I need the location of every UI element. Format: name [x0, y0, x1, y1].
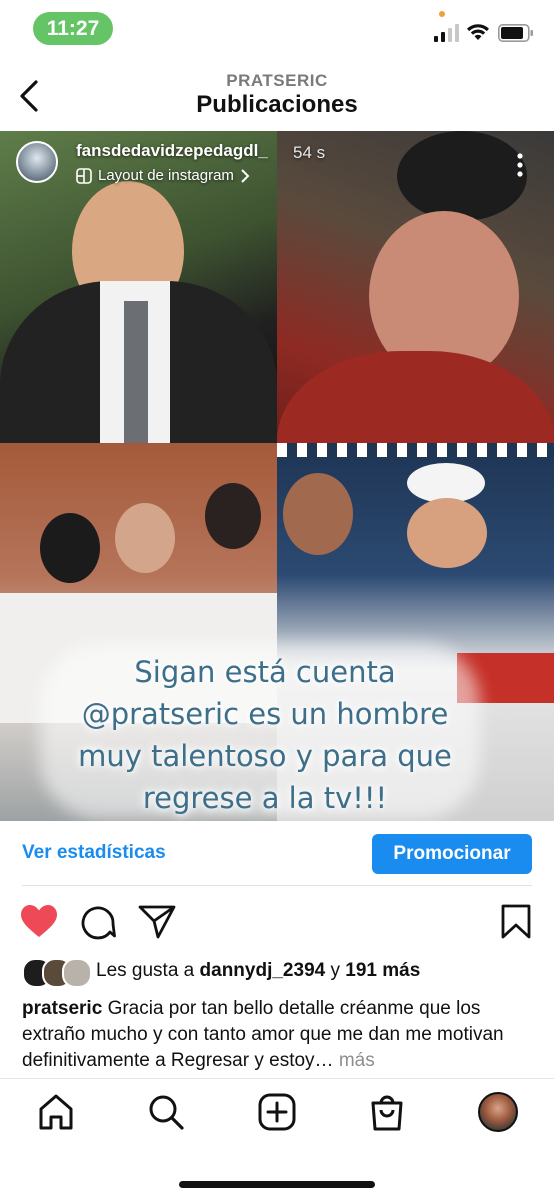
liker-avatar [62, 958, 92, 988]
profile-avatar[interactable] [478, 1092, 518, 1132]
overlay-line: muy talentoso y para que [78, 739, 452, 773]
post-caption: pratseric Gracia por tan bello detalle c… [22, 996, 534, 1074]
location-indicator-dot [439, 11, 445, 17]
post-timestamp: 54 s [293, 143, 326, 162]
wifi-icon [467, 24, 489, 40]
view-insights-link[interactable]: Ver estadísticas [22, 842, 166, 864]
status-time[interactable]: 11:27 [33, 12, 113, 45]
overlay-caption: Sigan está cuenta @pratseric es un hombr… [30, 651, 500, 819]
shop-bag-icon[interactable] [367, 1092, 407, 1132]
layout-icon [76, 167, 92, 184]
likes-connector: y [330, 960, 340, 981]
share-send-icon[interactable] [138, 904, 176, 940]
more-options-icon[interactable] [512, 151, 528, 179]
cellular-signal-icon [434, 24, 459, 42]
caption-username[interactable]: pratseric [22, 998, 102, 1019]
overlay-line: Sigan está cuenta [134, 655, 396, 689]
page-header: PRATSERIC Publicaciones [0, 62, 554, 124]
post-image[interactable]: Sigan está cuenta @pratseric es un hombr… [0, 131, 554, 821]
likes-text: Les gusta a dannydj_2394 y 191 más [96, 960, 420, 982]
overlay-line: @pratseric es un hombre [81, 697, 449, 731]
battery-icon [498, 24, 533, 42]
caption-more-link[interactable]: más [339, 1050, 375, 1071]
home-icon[interactable] [36, 1092, 76, 1132]
home-indicator[interactable] [179, 1181, 375, 1188]
promote-button[interactable]: Promocionar [372, 834, 532, 874]
overlay-line: regrese a la tv!!! [142, 781, 388, 815]
nav-divider [0, 1078, 554, 1079]
create-post-icon[interactable] [257, 1092, 297, 1132]
comment-icon[interactable] [80, 904, 116, 940]
search-icon[interactable] [146, 1092, 186, 1132]
post-header: fansdedavidzepedagdl_ 54 s Layout de ins… [0, 131, 554, 201]
page-title: Publicaciones [196, 91, 358, 118]
save-bookmark-icon[interactable] [500, 904, 532, 940]
chevron-right-icon [241, 168, 250, 183]
author-avatar[interactable] [16, 141, 58, 183]
divider [22, 885, 532, 886]
liker-username[interactable]: dannydj_2394 [200, 960, 326, 981]
layout-label: Layout de instagram [98, 167, 234, 184]
header-username: PRATSERIC [226, 71, 328, 90]
author-username[interactable]: fansdedavidzepedagdl_ [76, 141, 268, 161]
layout-app-link[interactable]: Layout de instagram [76, 167, 250, 184]
likes-count[interactable]: 191 más [345, 960, 420, 981]
like-heart-icon[interactable] [20, 904, 58, 938]
likes-summary[interactable]: Les gusta a dannydj_2394 y 191 más [22, 958, 542, 988]
likes-prefix: Les gusta a [96, 960, 195, 981]
status-bar: 11:27 [0, 0, 554, 56]
